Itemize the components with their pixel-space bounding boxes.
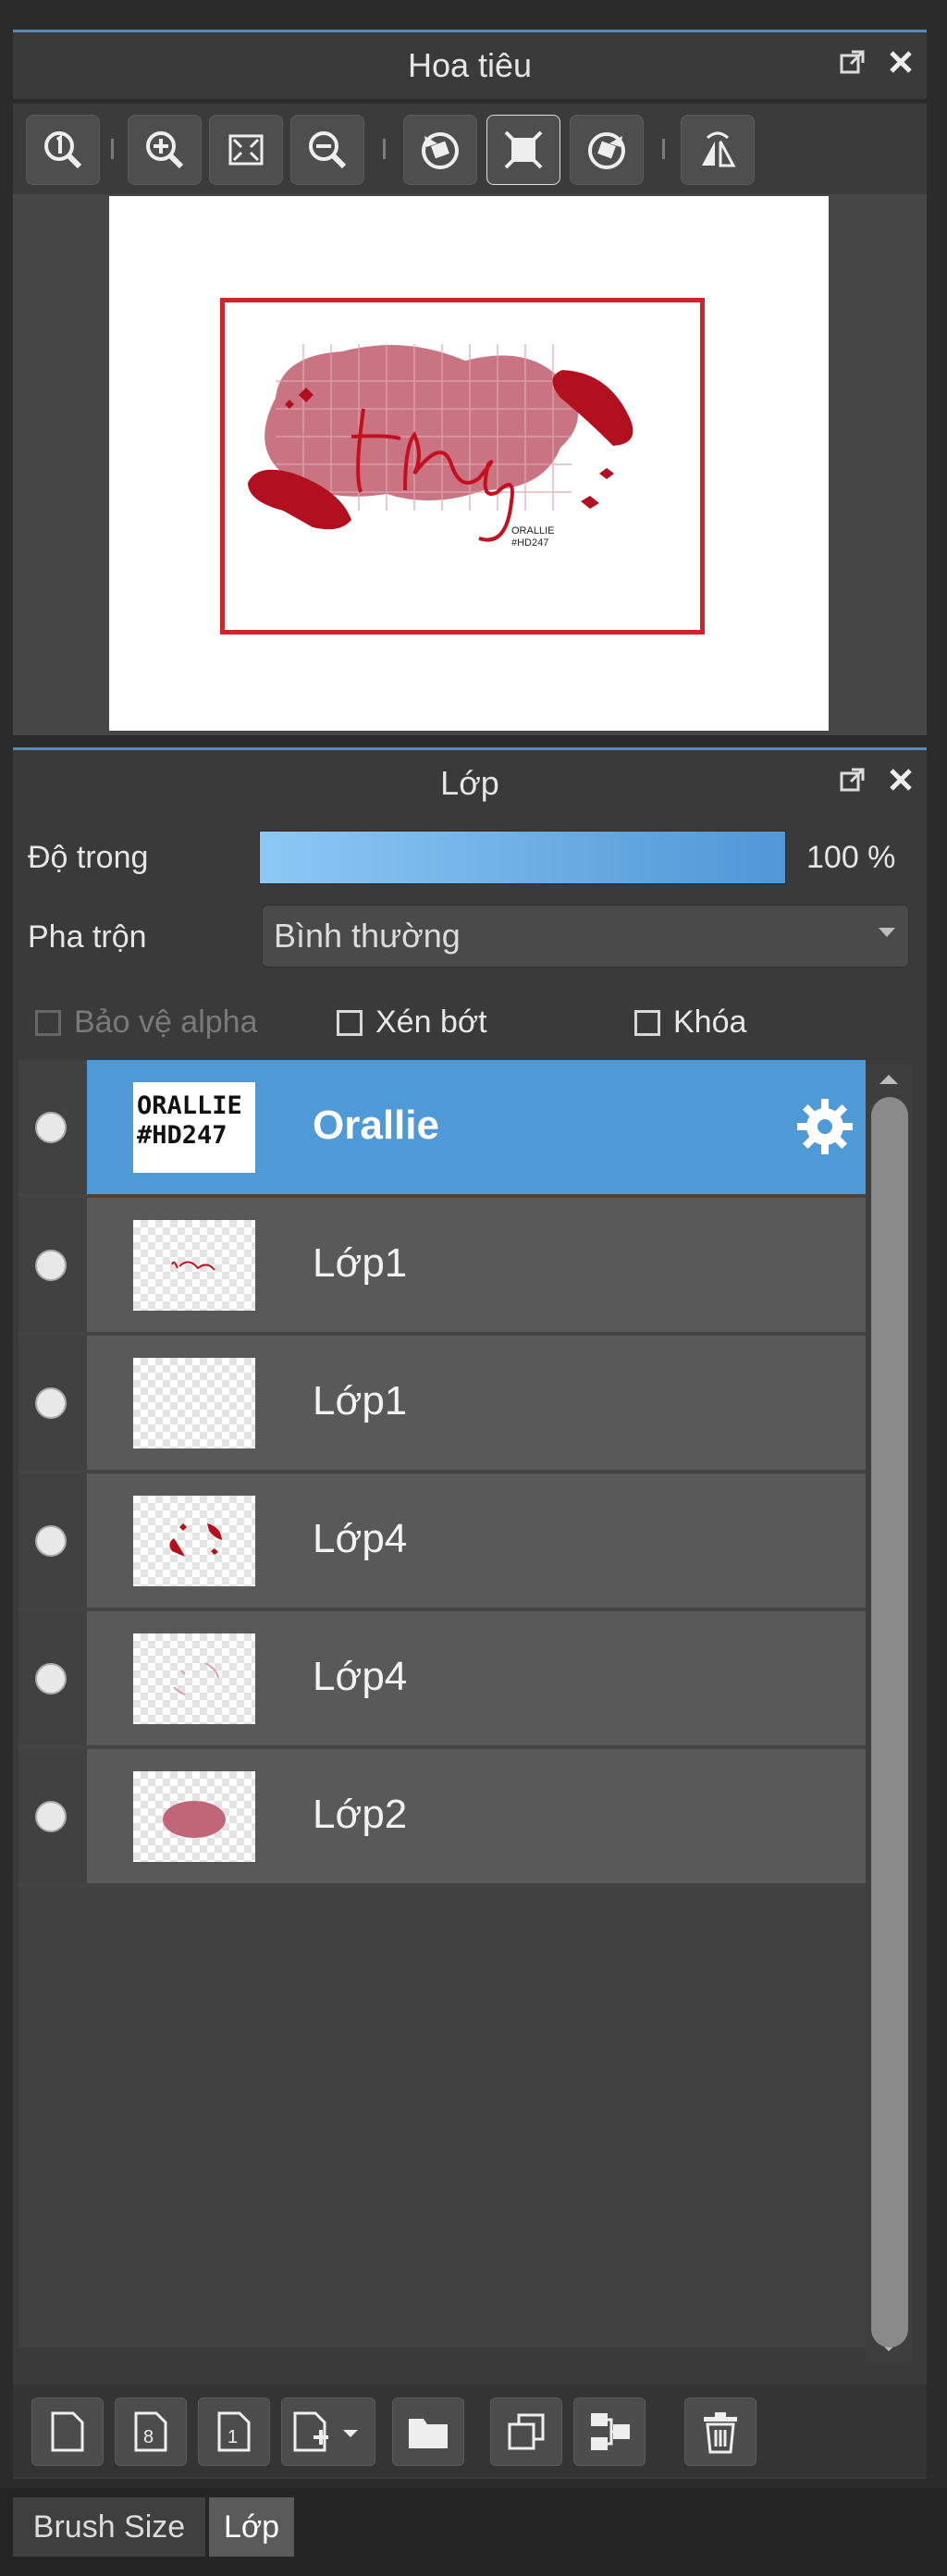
- svg-text:1: 1: [228, 2427, 238, 2447]
- clip-label: Xén bớt: [375, 1005, 487, 1040]
- layer-list: ORALLIE #HD247 Orallie Lớp1 Lớp1 Lớp4 Lớ…: [18, 1060, 866, 2348]
- navigator-titlebar: Hoa tiêu: [13, 30, 927, 99]
- layer-row[interactable]: Lớp2: [18, 1749, 866, 1887]
- navigator-toolbar: [13, 104, 927, 194]
- delete-layer-icon[interactable]: [684, 2397, 756, 2466]
- fit-frame-icon[interactable]: [486, 115, 560, 185]
- checkbox-box: [35, 1009, 61, 1036]
- merge-down-icon[interactable]: [573, 2397, 646, 2466]
- visibility-toggle[interactable]: [35, 1250, 67, 1281]
- opacity-value: 100 %: [806, 840, 896, 875]
- protect-alpha-checkbox[interactable]: Bảo vệ alpha: [35, 1005, 258, 1041]
- visibility-toggle[interactable]: [35, 1387, 67, 1419]
- zoom-out-icon[interactable]: [290, 115, 364, 185]
- rotate-left-icon[interactable]: [403, 115, 477, 185]
- layer-name[interactable]: Lớp1: [313, 1240, 407, 1287]
- layer-thumbnail: [133, 1358, 255, 1448]
- close-icon[interactable]: [884, 45, 917, 79]
- lock-checkbox[interactable]: Khóa: [634, 1005, 746, 1041]
- layer-name[interactable]: Lớp2: [313, 1792, 407, 1838]
- layer-panel-title: Lớp: [440, 764, 499, 802]
- thumb-text-line-1: ORALLIE: [137, 1091, 242, 1120]
- layer-name[interactable]: Lớp4: [313, 1654, 407, 1700]
- layer-row[interactable]: Lớp1: [18, 1198, 866, 1336]
- layer-thumbnail: ORALLIE #HD247: [133, 1082, 255, 1173]
- chevron-down-icon: [879, 928, 895, 937]
- layer-name[interactable]: Lớp4: [313, 1516, 407, 1562]
- popout-icon[interactable]: [836, 763, 869, 796]
- checkbox-box: [337, 1009, 363, 1036]
- layer-name[interactable]: Orallie: [313, 1103, 439, 1149]
- layer-actions-toolbar: 8 1: [13, 2385, 927, 2477]
- visibility-toggle[interactable]: [35, 1663, 67, 1695]
- duplicate-layer-icon[interactable]: [490, 2397, 562, 2466]
- popout-icon[interactable]: [836, 45, 869, 79]
- tab-brush-size[interactable]: Brush Size: [13, 2497, 205, 2557]
- layer-titlebar: Lớp: [13, 747, 927, 817]
- svg-text:8: 8: [143, 2427, 154, 2447]
- lock-label: Khóa: [673, 1005, 747, 1040]
- add-layer-menu-icon[interactable]: [281, 2397, 375, 2466]
- close-icon[interactable]: [884, 763, 917, 796]
- new-layer-icon[interactable]: [31, 2397, 104, 2466]
- layer-row[interactable]: Lớp4: [18, 1611, 866, 1749]
- layer-thumbnail: [133, 1220, 255, 1311]
- layer-thumbnail: [133, 1633, 255, 1724]
- gear-icon[interactable]: [793, 1095, 856, 1158]
- layer-name[interactable]: Lớp1: [313, 1378, 407, 1424]
- visibility-toggle[interactable]: [35, 1801, 67, 1832]
- new-1bit-layer-icon[interactable]: 1: [198, 2397, 270, 2466]
- layer-thumbnail: [133, 1771, 255, 1862]
- navigator-title: Hoa tiêu: [407, 46, 533, 84]
- viewport-frame[interactable]: [220, 298, 705, 635]
- scroll-up-icon[interactable]: [866, 1066, 912, 1093]
- opacity-label: Độ trong: [28, 840, 149, 875]
- fit-screen-icon[interactable]: [209, 115, 283, 185]
- rotate-right-icon[interactable]: [570, 115, 644, 185]
- blend-mode-value: Bình thường: [274, 917, 461, 955]
- layer-row[interactable]: Lớp1: [18, 1336, 866, 1473]
- zoom-actual-icon[interactable]: [26, 115, 100, 185]
- zoom-in-icon[interactable]: [128, 115, 202, 185]
- visibility-toggle[interactable]: [35, 1112, 67, 1143]
- layer-row[interactable]: ORALLIE #HD247 Orallie: [18, 1060, 866, 1198]
- folder-icon[interactable]: [392, 2397, 464, 2466]
- new-8bit-layer-icon[interactable]: 8: [115, 2397, 187, 2466]
- blend-mode-select[interactable]: Bình thường: [262, 905, 909, 968]
- flip-icon[interactable]: [681, 115, 755, 185]
- opacity-slider[interactable]: [259, 831, 786, 884]
- scrollbar-thumb[interactable]: [871, 1097, 908, 2348]
- clip-checkbox[interactable]: Xén bớt: [337, 1005, 487, 1041]
- tab-layers[interactable]: Lớp: [209, 2497, 294, 2557]
- blend-label: Pha trộn: [28, 919, 147, 955]
- protect-alpha-label: Bảo vệ alpha: [74, 1005, 258, 1040]
- layer-thumbnail: [133, 1496, 255, 1586]
- checkbox-box: [634, 1009, 660, 1036]
- layer-row[interactable]: Lớp4: [18, 1473, 866, 1611]
- visibility-toggle[interactable]: [35, 1525, 67, 1557]
- thumb-text-line-2: #HD247: [137, 1121, 228, 1150]
